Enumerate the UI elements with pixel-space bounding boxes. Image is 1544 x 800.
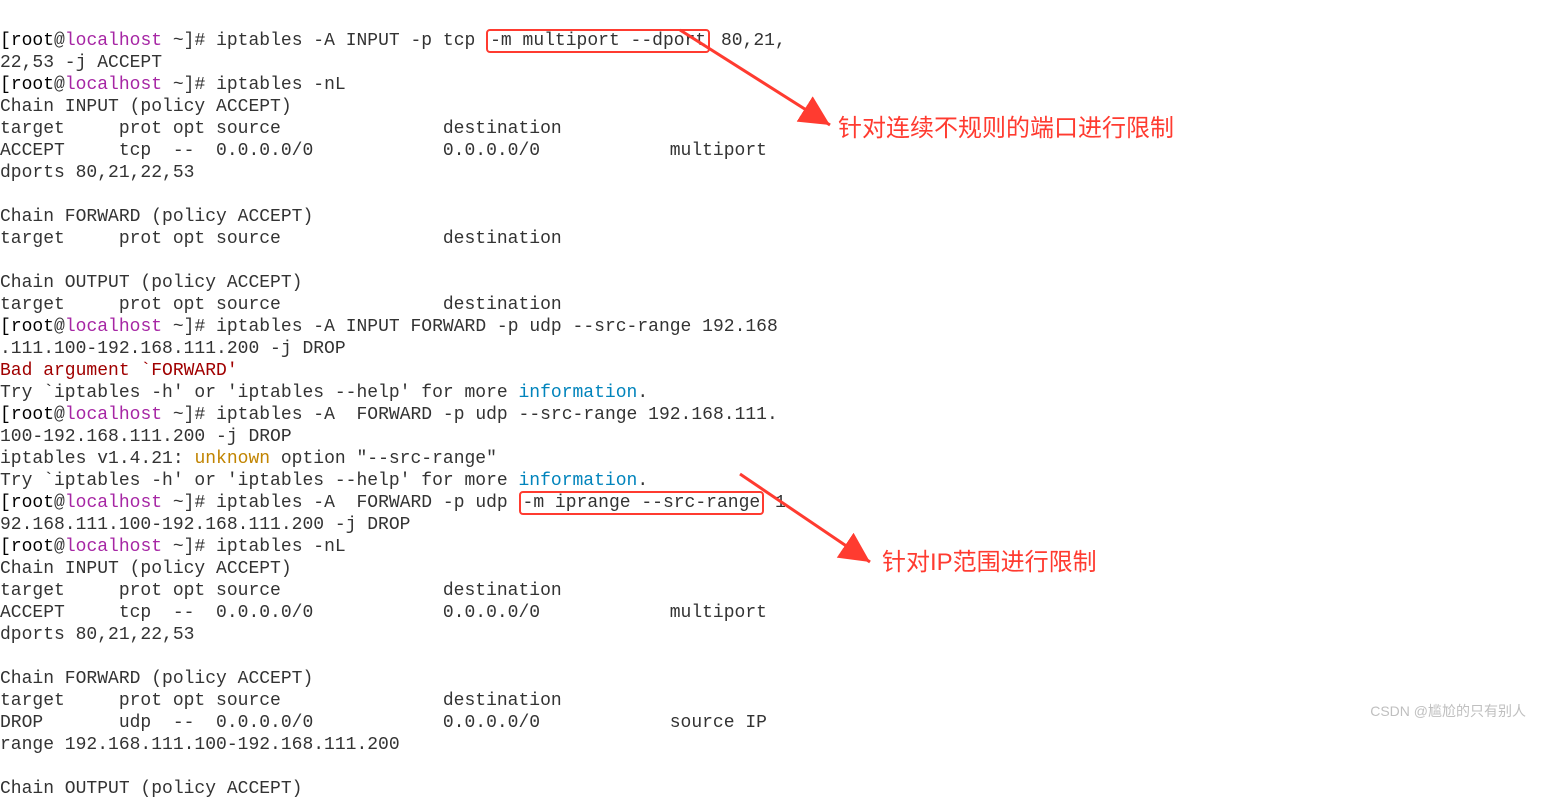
annotation-2: 针对IP范围进行限制	[882, 552, 1097, 574]
arrow-2	[0, 0, 1544, 728]
watermark: CSDN @尴尬的只有别人	[1370, 700, 1526, 722]
